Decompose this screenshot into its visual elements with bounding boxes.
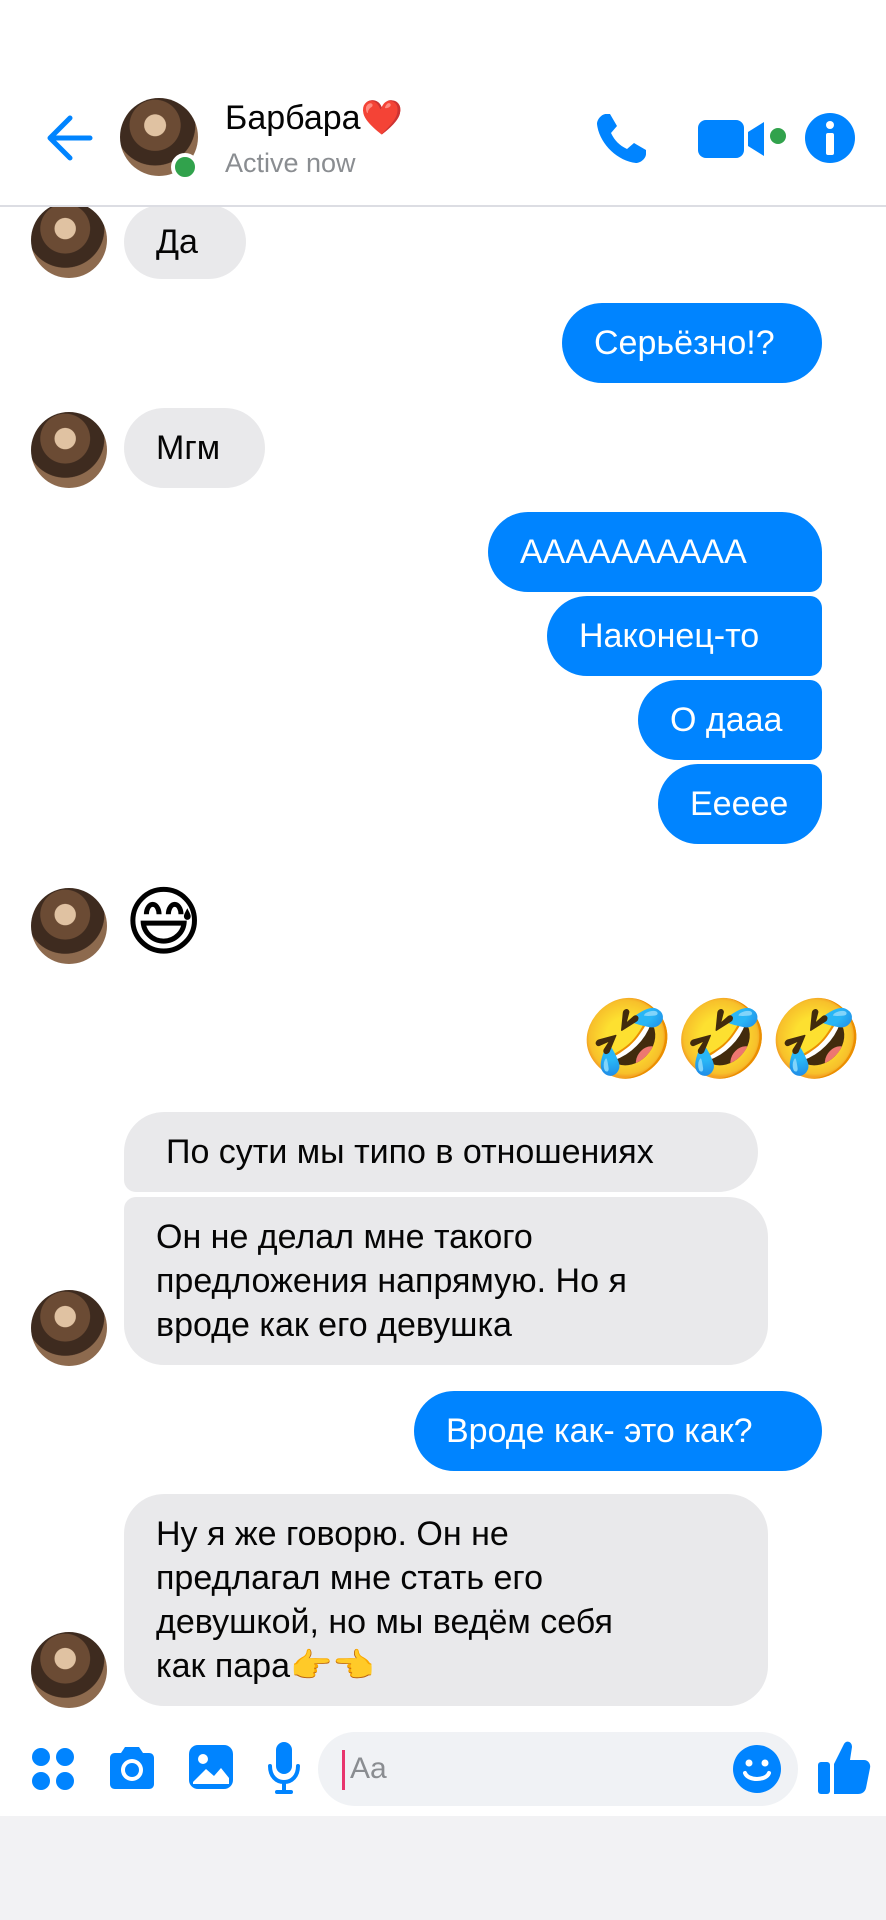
info-icon[interactable] — [804, 112, 856, 164]
outgoing-message[interactable]: Наконец-то — [547, 596, 822, 676]
active-status: Active now — [225, 148, 356, 178]
apps-grid-icon[interactable] — [30, 1746, 76, 1792]
outgoing-message[interactable]: О дааа — [638, 680, 822, 760]
message-line: предложения напрямую. Но я — [156, 1262, 627, 1300]
message-composer — [0, 1728, 886, 1810]
phone-icon[interactable] — [592, 110, 650, 168]
microphone-icon[interactable] — [266, 1740, 302, 1796]
chat-header: Барбара❤️ Active now — [0, 0, 886, 207]
incoming-message[interactable]: По сути мы типо в отношениях — [124, 1112, 758, 1192]
incoming-message[interactable]: Мгм — [124, 408, 265, 488]
camera-icon[interactable] — [106, 1744, 158, 1792]
message-line: Ну я же говорю. Он не — [156, 1515, 509, 1553]
outgoing-message[interactable]: Серьёзно!? — [562, 303, 822, 383]
incoming-message[interactable]: Он не делал мне такого предложения напря… — [124, 1197, 768, 1365]
system-nav-bar — [0, 1816, 886, 1920]
outgoing-emoji-message[interactable]: 🤣🤣🤣 — [580, 997, 864, 1081]
message-list[interactable]: Да Серьёзно!? Мгм АААААААААА Наконец-то … — [0, 0, 886, 1728]
incoming-message[interactable]: Ну я же говорю. Он не предлагал мне стат… — [124, 1494, 768, 1706]
message-line: вроде как его девушка — [156, 1306, 512, 1344]
messenger-chat-screen: Да Серьёзно!? Мгм АААААААААА Наконец-то … — [0, 0, 886, 1920]
outgoing-message[interactable]: Ееееe — [658, 764, 822, 844]
contact-avatar[interactable] — [31, 412, 107, 488]
message-line: Он не делал мне такого — [156, 1218, 533, 1256]
message-input-container[interactable] — [318, 1732, 798, 1806]
contact-avatar[interactable] — [31, 202, 107, 278]
video-camera-icon[interactable] — [696, 114, 786, 164]
contact-avatar[interactable] — [31, 1290, 107, 1366]
online-indicator — [171, 153, 199, 181]
message-line: девушкой, но мы ведём себя — [156, 1603, 613, 1641]
outgoing-message[interactable]: АААААААААА — [488, 512, 822, 592]
contact-avatar[interactable] — [31, 888, 107, 964]
emoji-smile-icon[interactable] — [732, 1744, 782, 1794]
incoming-message[interactable]: Да — [124, 205, 246, 279]
message-line: предлагал мне стать его — [156, 1559, 543, 1597]
incoming-emoji-message[interactable]: 😅 — [124, 880, 203, 964]
outgoing-message[interactable]: Вроде как- это как? — [414, 1391, 822, 1471]
message-input[interactable] — [344, 1732, 724, 1806]
thumbs-up-icon[interactable] — [816, 1738, 872, 1798]
back-arrow-icon[interactable] — [40, 110, 96, 166]
gallery-icon[interactable] — [186, 1742, 236, 1792]
message-line: как пара👉👈 — [156, 1647, 375, 1685]
contact-avatar[interactable] — [31, 1632, 107, 1708]
contact-name[interactable]: Барбара❤️ — [225, 98, 403, 138]
